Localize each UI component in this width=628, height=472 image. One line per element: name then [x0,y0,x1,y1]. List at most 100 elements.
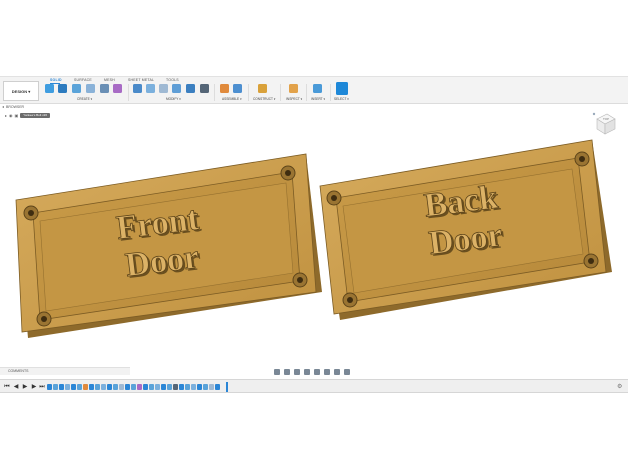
fillet-icon[interactable] [146,84,155,93]
plaque-back-text: Back Back Door Door [422,178,507,264]
display-settings-icon[interactable] [324,368,330,375]
viewports-icon[interactable] [344,368,350,375]
create-sketch-icon[interactable] [45,84,54,93]
insert-menu[interactable]: INSERT ▾ [311,97,325,101]
loft-icon[interactable] [100,84,109,93]
select-menu[interactable]: SELECT ▾ [334,97,349,101]
timeline-sketch-icon[interactable] [179,384,184,390]
timeline-extrude-icon[interactable] [203,384,208,390]
collapse-icon[interactable]: ◂ [2,105,5,109]
timeline-sketch-icon[interactable] [47,384,52,390]
timeline-extrude-icon[interactable] [185,384,190,390]
tab-sheet-metal[interactable]: SHEET METAL [128,78,154,82]
grid-settings-icon[interactable] [334,368,340,375]
separator [306,84,307,101]
timeline-marker[interactable] [226,382,228,392]
look-at-icon[interactable] [284,368,290,375]
screw-hole-icon [297,277,303,283]
chamfer-icon[interactable] [159,84,168,93]
revolve-icon[interactable] [72,84,81,93]
go-to-start-icon[interactable]: ⏮ [4,384,10,390]
timeline-sketch-icon[interactable] [143,384,148,390]
home-view-icon[interactable] [592,112,596,116]
timeline-fillet-icon[interactable] [191,384,196,390]
zoom-icon[interactable] [304,368,310,375]
go-to-end-icon[interactable]: ⏭ [39,384,45,390]
play-icon[interactable]: ▶ [22,384,28,390]
screw-hole-icon [588,258,594,264]
separator [128,84,129,101]
form-icon[interactable] [113,84,122,93]
inspect-menu[interactable]: INSPECT ▾ [286,97,302,101]
screw-hole-icon [347,297,353,303]
plaque-front-text: Front Front Door Door [114,200,204,286]
move-icon[interactable] [200,84,209,93]
tab-mesh[interactable]: MESH [104,78,115,82]
timeline-form-icon[interactable] [137,384,142,390]
timeline-extrude-icon[interactable] [95,384,100,390]
timeline-settings-gear-icon[interactable]: ⚙ [617,384,623,390]
fusion-app-window: DESIGN ▾ SOLID SURFACE MESH SHEET METAL … [0,76,628,394]
separator [214,84,215,101]
timeline-extrude-icon[interactable] [77,384,82,390]
timeline-move-icon[interactable] [173,384,178,390]
tab-solid[interactable]: SOLID [50,78,62,82]
timeline-fillet-icon[interactable] [65,384,70,390]
press-pull-icon[interactable] [133,84,142,93]
timeline-fillet-icon[interactable] [155,384,160,390]
new-component-icon[interactable] [220,84,229,93]
screw-hole-icon [285,170,291,176]
timeline-sketch-icon[interactable] [89,384,94,390]
assemble-menu[interactable]: ASSEMBLE ▾ [222,97,242,101]
timeline-extrude-icon[interactable] [131,384,136,390]
screw-hole-icon [41,316,47,322]
timeline-sketch-icon[interactable] [215,384,220,390]
modify-menu[interactable]: MODIFY ▾ [166,97,181,101]
timeline-extrude-icon[interactable] [149,384,154,390]
joint-icon[interactable] [233,84,242,93]
comments-label: COMMENTS [8,369,29,373]
model-viewport[interactable]: Front Front Door Door Back Back Door Doo… [0,116,628,376]
workspace-switcher[interactable]: DESIGN ▾ [3,81,39,101]
timeline-sketch-icon[interactable] [59,384,64,390]
screw-hole-icon [579,156,585,162]
comments-panel[interactable]: COMMENTS [0,367,130,375]
timeline-sketch-icon[interactable] [161,384,166,390]
sweep-icon[interactable] [86,84,95,93]
timeline-extrude-icon[interactable] [53,384,58,390]
tab-tools[interactable]: TOOLS [166,78,179,82]
combine-icon[interactable] [186,84,195,93]
plaque-front-door[interactable]: Front Front Door Door [15,153,322,338]
timeline-fillet-icon[interactable] [101,384,106,390]
timeline-chamfer-icon[interactable] [209,384,214,390]
select-icon[interactable] [336,82,348,95]
insert-image-icon[interactable] [313,84,322,93]
tab-surface[interactable]: SURFACE [74,78,92,82]
timeline-sketch-icon[interactable] [71,384,76,390]
construct-menu[interactable]: CONSTRUCT ▾ [253,97,275,101]
shell-icon[interactable] [172,84,181,93]
step-back-icon[interactable]: ◀ [13,384,19,390]
timeline-extrude-icon[interactable] [113,384,118,390]
fit-icon[interactable] [314,368,320,375]
timeline-component-icon[interactable] [83,384,88,390]
extrude-icon[interactable] [58,84,67,93]
timeline-sketch-icon[interactable] [107,384,112,390]
screw-hole-icon [28,210,34,216]
timeline-sketch-icon[interactable] [197,384,202,390]
browser-label: BROWSER [6,105,25,109]
navigation-bar [274,368,350,375]
plaque-back-door[interactable]: Back Back Door Door [319,139,612,320]
timeline-sketch-icon[interactable] [125,384,130,390]
screw-hole-icon [331,195,337,201]
timeline-extrude-icon[interactable] [167,384,172,390]
create-menu[interactable]: CREATE ▾ [77,97,92,101]
orbit-icon[interactable] [274,368,280,375]
ribbon-toolbar: DESIGN ▾ SOLID SURFACE MESH SHEET METAL … [0,76,628,104]
measure-icon[interactable] [289,84,298,93]
timeline-features [47,384,220,390]
offset-plane-icon[interactable] [258,84,267,93]
step-forward-icon[interactable]: ▶ [31,384,37,390]
pan-icon[interactable] [294,368,300,375]
timeline-chamfer-icon[interactable] [119,384,124,390]
